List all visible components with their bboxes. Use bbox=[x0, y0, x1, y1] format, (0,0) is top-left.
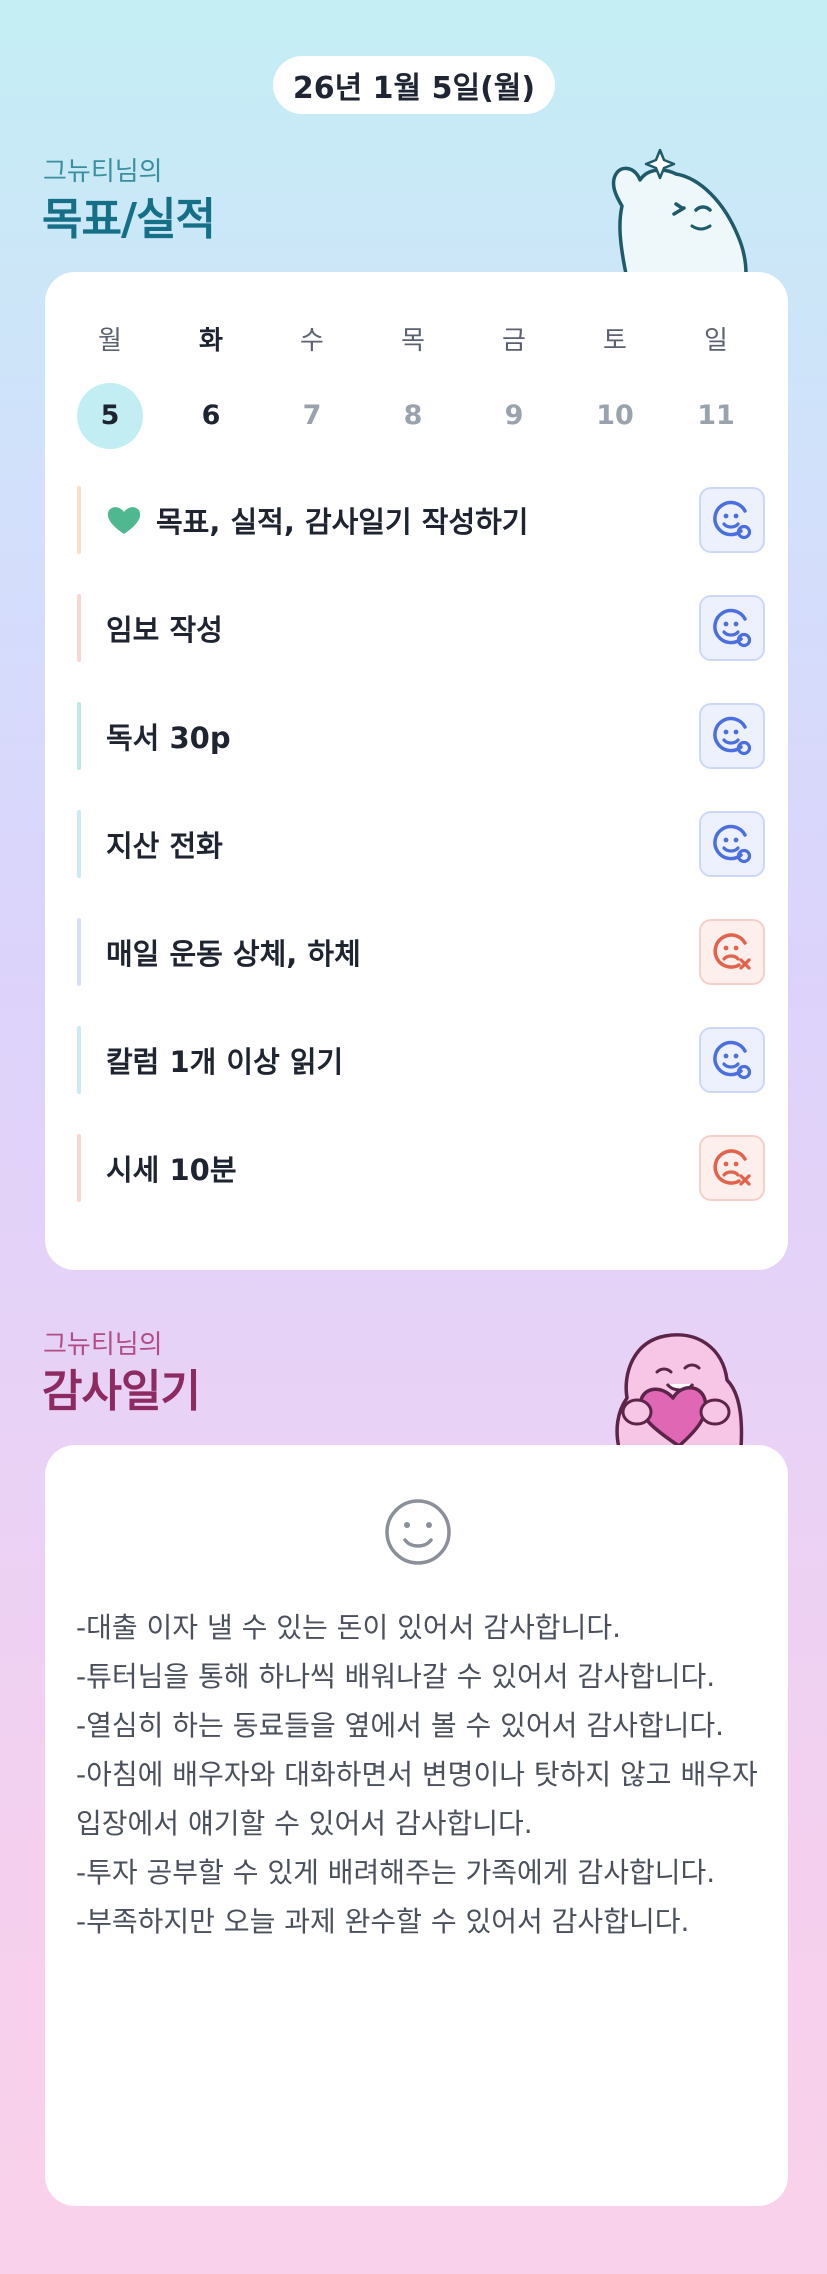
weekday-fri: 금 bbox=[502, 326, 526, 356]
goal-item[interactable]: 매일 운동 상체, 하체 bbox=[77, 918, 765, 986]
goal-label: 목표, 실적, 감사일기 작성하기 bbox=[156, 505, 529, 539]
status-fail-button[interactable] bbox=[699, 919, 765, 985]
smile-check-icon bbox=[710, 498, 754, 542]
waving-mascot-icon bbox=[611, 148, 748, 274]
gratitude-title: 감사일기 bbox=[42, 1366, 201, 1417]
status-done-button[interactable] bbox=[699, 487, 765, 553]
goal-label: 지산 전화 bbox=[106, 829, 223, 863]
weekday-header: 월 화 수 목 금 토 일 bbox=[45, 320, 788, 356]
gratitude-card: -대출 이자 낼 수 있는 돈이 있어서 감사합니다. -튜터님을 통해 하나씩… bbox=[45, 1445, 788, 2206]
weekday-mon: 월 bbox=[98, 326, 122, 356]
status-fail-button[interactable] bbox=[699, 1135, 765, 1201]
goal-item[interactable]: 목표, 실적, 감사일기 작성하기 bbox=[77, 486, 765, 554]
heart-icon bbox=[106, 504, 142, 536]
goals-title: 목표/실적 bbox=[42, 194, 216, 245]
date-10[interactable]: 10 bbox=[582, 383, 648, 449]
goal-color-bar bbox=[77, 918, 81, 986]
smile-icon bbox=[385, 1499, 451, 1565]
status-done-button[interactable] bbox=[699, 1027, 765, 1093]
weekday-sat: 토 bbox=[603, 326, 627, 356]
date-5[interactable]: 5 bbox=[77, 383, 143, 449]
smile-check-icon bbox=[710, 714, 754, 758]
goal-color-bar bbox=[77, 594, 81, 662]
frown-x-icon bbox=[710, 1146, 754, 1190]
goal-item[interactable]: 독서 30p bbox=[77, 702, 765, 770]
date-pill[interactable]: 26년 1월 5일(월) bbox=[273, 56, 555, 114]
gratitude-text: -대출 이자 낼 수 있는 돈이 있어서 감사합니다. -튜터님을 통해 하나씩… bbox=[76, 1611, 758, 1938]
goal-color-bar bbox=[77, 1134, 81, 1202]
frown-x-icon bbox=[710, 930, 754, 974]
goal-text-wrap: 지산 전화 bbox=[106, 823, 223, 865]
date-8[interactable]: 8 bbox=[380, 383, 446, 449]
heart-mascot-icon bbox=[615, 1333, 744, 1448]
weekday-sun: 일 bbox=[704, 326, 728, 356]
goal-text-wrap: 칼럼 1개 이상 읽기 bbox=[106, 1039, 343, 1081]
goal-text-wrap: 목표, 실적, 감사일기 작성하기 bbox=[106, 499, 528, 541]
weekday-tue: 화 bbox=[199, 326, 223, 356]
weekday-thu: 목 bbox=[401, 326, 425, 356]
smile-check-icon bbox=[710, 1038, 754, 1082]
goal-text-wrap: 임보 작성 bbox=[106, 607, 223, 649]
goals-card: 월 화 수 목 금 토 일 5 6 7 8 9 10 11 목표, 실적, 감사… bbox=[45, 272, 788, 1270]
goal-color-bar bbox=[77, 1026, 81, 1094]
smile-check-icon bbox=[710, 606, 754, 650]
goal-item[interactable]: 칼럼 1개 이상 읽기 bbox=[77, 1026, 765, 1094]
goal-color-bar bbox=[77, 810, 81, 878]
goal-label: 매일 운동 상체, 하체 bbox=[106, 937, 361, 971]
status-done-button[interactable] bbox=[699, 595, 765, 661]
status-done-button[interactable] bbox=[699, 811, 765, 877]
goal-text-wrap: 독서 30p bbox=[106, 715, 231, 757]
smile-check-icon bbox=[710, 822, 754, 866]
date-6[interactable]: 6 bbox=[178, 383, 244, 449]
date-7[interactable]: 7 bbox=[279, 383, 345, 449]
goal-item[interactable]: 지산 전화 bbox=[77, 810, 765, 878]
date-11[interactable]: 11 bbox=[683, 383, 749, 449]
goal-text-wrap: 매일 운동 상체, 하체 bbox=[106, 931, 361, 973]
goal-color-bar bbox=[77, 702, 81, 770]
status-done-button[interactable] bbox=[699, 703, 765, 769]
goal-label: 칼럼 1개 이상 읽기 bbox=[106, 1045, 344, 1079]
goal-label: 시세 10분 bbox=[106, 1153, 237, 1187]
goal-item[interactable]: 시세 10분 bbox=[77, 1134, 765, 1202]
goal-item[interactable]: 임보 작성 bbox=[77, 594, 765, 662]
goal-text-wrap: 시세 10분 bbox=[106, 1147, 237, 1189]
date-selector: 5 6 7 8 9 10 11 bbox=[45, 383, 788, 449]
date-9[interactable]: 9 bbox=[481, 383, 547, 449]
weekday-wed: 수 bbox=[300, 326, 324, 356]
goal-label: 독서 30p bbox=[106, 721, 231, 755]
goal-label: 임보 작성 bbox=[106, 613, 223, 647]
goal-color-bar bbox=[77, 486, 81, 554]
